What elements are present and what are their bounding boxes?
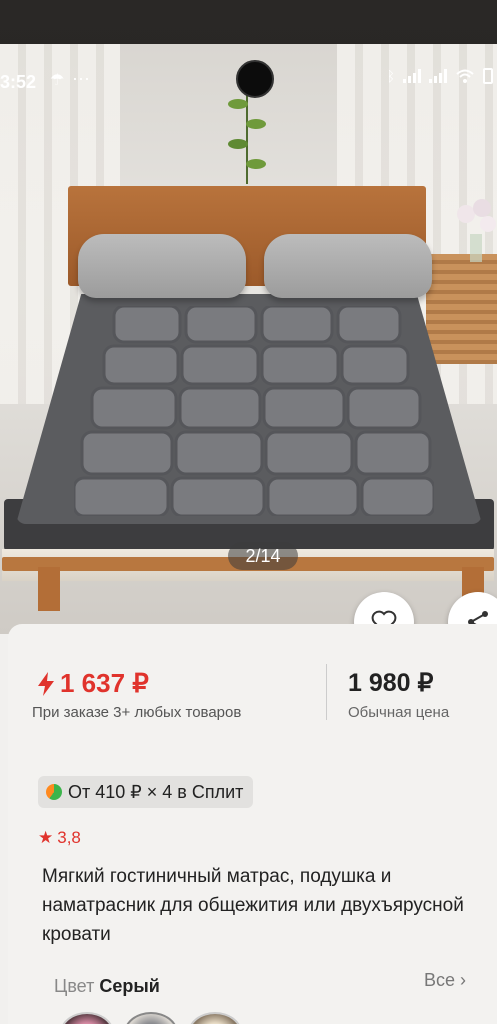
- battery-icon: [483, 68, 493, 84]
- split-installment-badge[interactable]: От 410 ₽ × 4 в Сплит: [38, 776, 254, 808]
- swatch-beige[interactable]: [188, 1012, 242, 1024]
- rating[interactable]: ★ 3,8: [38, 828, 81, 848]
- side-table: [426, 254, 497, 364]
- all-variants-label: Все: [424, 970, 456, 990]
- bluetooth-icon: ᛒ: [386, 68, 395, 84]
- swatch-pink[interactable]: [60, 1012, 114, 1024]
- lightning-icon: [38, 671, 54, 696]
- swatch-gray[interactable]: [124, 1012, 178, 1024]
- split-offer-text: От 410 ₽ × 4 в Сплит: [68, 781, 244, 802]
- status-time: 3:52: [0, 72, 37, 92]
- color-value: Серый: [99, 976, 160, 996]
- chevron-right-icon: ›: [460, 970, 467, 990]
- product-image-gallery[interactable]: 2/14: [0, 44, 497, 634]
- star-icon: ★: [38, 828, 54, 847]
- gallery-page-indicator: 2/14: [228, 542, 298, 570]
- sale-price-note: При заказе 3+ любых товаров: [32, 704, 242, 721]
- color-selector-label: Цвет Серый: [54, 976, 160, 997]
- product-info-card: 1 637 ₽ При заказе 3+ любых товаров 1 98…: [8, 624, 497, 1024]
- screen: 2/14 3:52 ☂ ··· ᛒ 1 637 ₽ При заказе 3+ …: [0, 44, 497, 1024]
- sale-price: 1 637 ₽: [38, 668, 149, 699]
- signal-icon: [403, 69, 421, 83]
- signal-icon: [429, 69, 447, 83]
- more-dots-icon: ···: [72, 68, 90, 88]
- phone-frame: 2/14 3:52 ☂ ··· ᛒ 1 637 ₽ При заказе 3+ …: [0, 0, 497, 1024]
- umbrella-icon: ☂: [50, 72, 65, 89]
- price-divider: [326, 664, 327, 720]
- mattress-tufts: [74, 306, 434, 516]
- regular-price: 1 980 ₽: [348, 669, 434, 697]
- pillow-left: [78, 234, 246, 298]
- split-logo-icon: [46, 784, 62, 800]
- pillow-right: [264, 234, 432, 298]
- wifi-icon: [456, 69, 474, 83]
- regular-price-note: Обычная цена: [348, 704, 450, 721]
- all-variants-link[interactable]: Все ›: [424, 970, 466, 991]
- product-title: Мягкий гостиничный матрас, подушка и нам…: [42, 866, 464, 945]
- bed-leg: [38, 567, 60, 611]
- flowers-decoration: [457, 199, 496, 262]
- rating-value: 3,8: [57, 828, 81, 847]
- color-label: Цвет: [54, 976, 95, 996]
- status-icons: ᛒ: [387, 68, 493, 84]
- status-bar: 3:52 ☂ ··· ᛒ: [0, 44, 497, 114]
- front-camera: [236, 60, 274, 98]
- sale-price-value: 1 637 ₽: [60, 668, 149, 698]
- color-swatches: [60, 1012, 242, 1024]
